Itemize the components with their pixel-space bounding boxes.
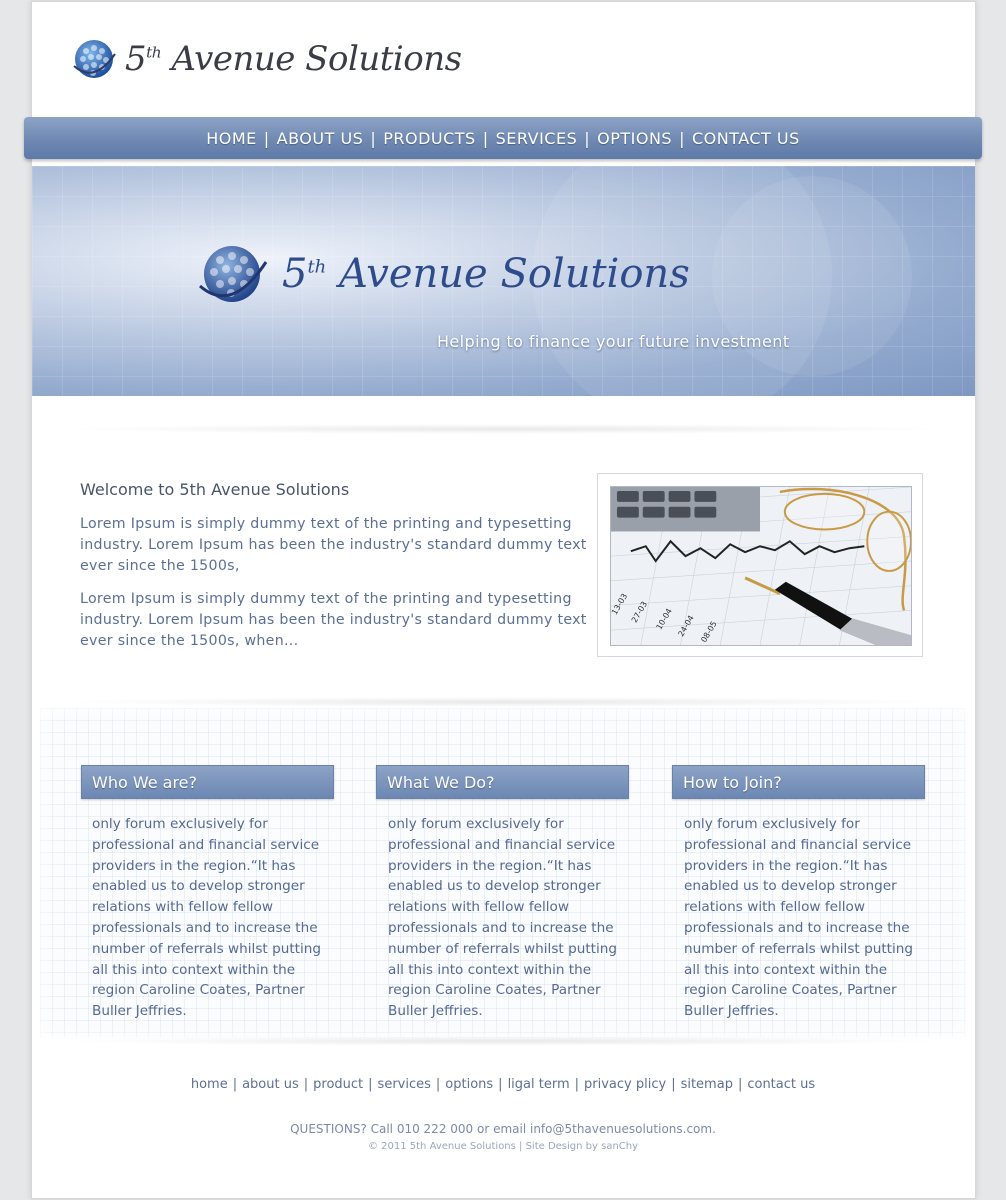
footer-separator: | [232,1077,238,1092]
footer-link-options[interactable]: options [445,1077,493,1092]
hero-logo: 5th Avenue Solutions [198,242,690,306]
what-we-do-heading: What We Do? [376,765,629,799]
who-we-are-text: only forum exclusively for professional … [92,816,321,1020]
globe-logo-icon [199,246,268,302]
nav-separator: | [370,128,377,148]
footer-link-home[interactable]: home [191,1077,228,1092]
footer-separator: | [435,1077,441,1092]
finance-photo-frame: 13-03 27-03 10-04 24-04 08-05 [597,473,923,657]
main-nav: HOME | ABOUT US | PRODUCTS | SERVICES | … [24,117,982,159]
footer-separator: | [498,1077,503,1092]
hero-tagline: Helping to finance your future investmen… [437,332,790,351]
divider [60,1036,946,1046]
globe-logo-icon [73,40,116,78]
welcome-paragraph-2: Lorem Ipsum is simply dummy text of the … [80,591,587,649]
what-we-do-text: only forum exclusively for professional … [388,816,617,1020]
footer-link-services[interactable]: services [378,1077,431,1092]
nav-contact-us[interactable]: CONTACT US [692,129,800,148]
footer-contact-info: QUESTIONS? Call 010 222 000 or email inf… [290,1122,716,1136]
welcome-paragraph-1: Lorem Ipsum is simply dummy text of the … [80,516,587,574]
finance-photo: 13-03 27-03 10-04 24-04 08-05 [610,486,912,646]
footer-separator: | [303,1077,309,1092]
nav-separator: | [263,128,270,148]
footer-copyright: © 2011 5th Avenue Solutions | Site Desig… [367,1141,639,1152]
who-we-are-heading: Who We are? [81,765,334,799]
footer-link-product[interactable]: product [313,1077,363,1092]
footer-link-about-us[interactable]: about us [242,1077,299,1092]
hero-logo-text: 5th Avenue Solutions [282,251,690,297]
nav-products[interactable]: PRODUCTS [383,129,476,148]
footer-link-sitemap[interactable]: sitemap [681,1077,733,1092]
nav-services[interactable]: SERVICES [496,129,578,148]
footer-nav: home | about us | product | services | options | l… [0,1077,1006,1092]
site-logo[interactable]: 5th Avenue Solutions [71,36,462,82]
nav-separator: | [482,128,489,148]
how-to-join-heading: How to Join? [672,765,925,799]
nav-options[interactable]: OPTIONS [597,129,672,148]
footer-link-legal-term[interactable]: ligal term [508,1077,570,1092]
divider [60,697,946,707]
nav-separator: | [679,128,685,148]
footer-link-contact-us[interactable]: contact us [747,1077,815,1092]
nav-about-us[interactable]: ABOUT US [277,129,364,148]
divider [60,424,946,434]
nav-home[interactable]: HOME [206,129,257,148]
footer-separator: | [737,1077,743,1092]
footer-separator: | [671,1077,676,1092]
nav-separator: | [584,128,591,148]
hero-banner: 5th Avenue Solutions Helping to finance … [32,166,975,396]
footer-separator: | [368,1077,373,1092]
site-logo-text: 5th Avenue Solutions [125,39,462,79]
footer-separator: | [574,1077,580,1092]
footer-link-privacy-policy[interactable]: privacy plicy [584,1077,666,1092]
how-to-join-text: only forum exclusively for professional … [684,816,913,1020]
welcome-title: Welcome to 5th Avenue Solutions [80,480,350,499]
